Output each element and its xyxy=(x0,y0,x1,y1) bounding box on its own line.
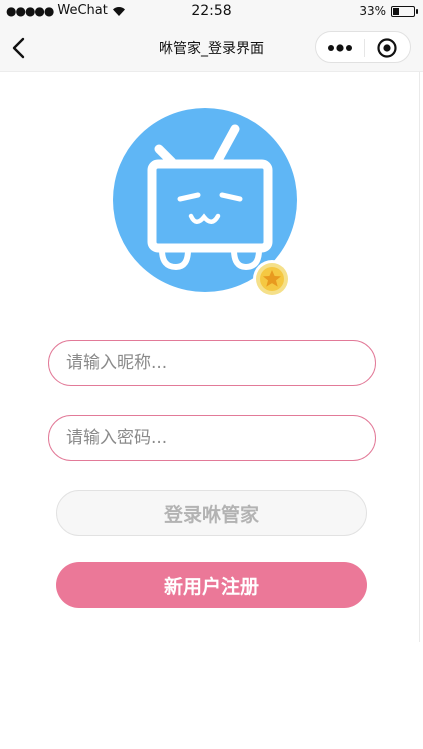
nav-bar: 咻管家_登录界面 xyxy=(0,24,423,72)
capsule-divider xyxy=(364,39,365,57)
tv-mascot-icon xyxy=(113,108,297,298)
battery-icon xyxy=(391,5,418,17)
password-field[interactable] xyxy=(48,415,376,461)
target-circle-icon[interactable] xyxy=(376,37,398,59)
capsule-menu xyxy=(315,31,411,63)
nickname-field[interactable] xyxy=(48,340,376,386)
status-right: 33% xyxy=(359,4,418,18)
battery-percent: 33% xyxy=(359,4,386,18)
nickname-input[interactable] xyxy=(49,341,375,385)
divider xyxy=(419,72,420,642)
star-badge-icon xyxy=(253,260,291,298)
battery-level xyxy=(393,7,399,15)
register-button[interactable]: 新用户注册 xyxy=(56,562,367,608)
login-button[interactable]: 登录咻管家 xyxy=(56,490,367,536)
more-dots-icon[interactable] xyxy=(326,40,354,56)
password-input[interactable] xyxy=(49,416,375,460)
status-bar: ●●●●● WeChat 22:58 33% xyxy=(0,0,423,24)
